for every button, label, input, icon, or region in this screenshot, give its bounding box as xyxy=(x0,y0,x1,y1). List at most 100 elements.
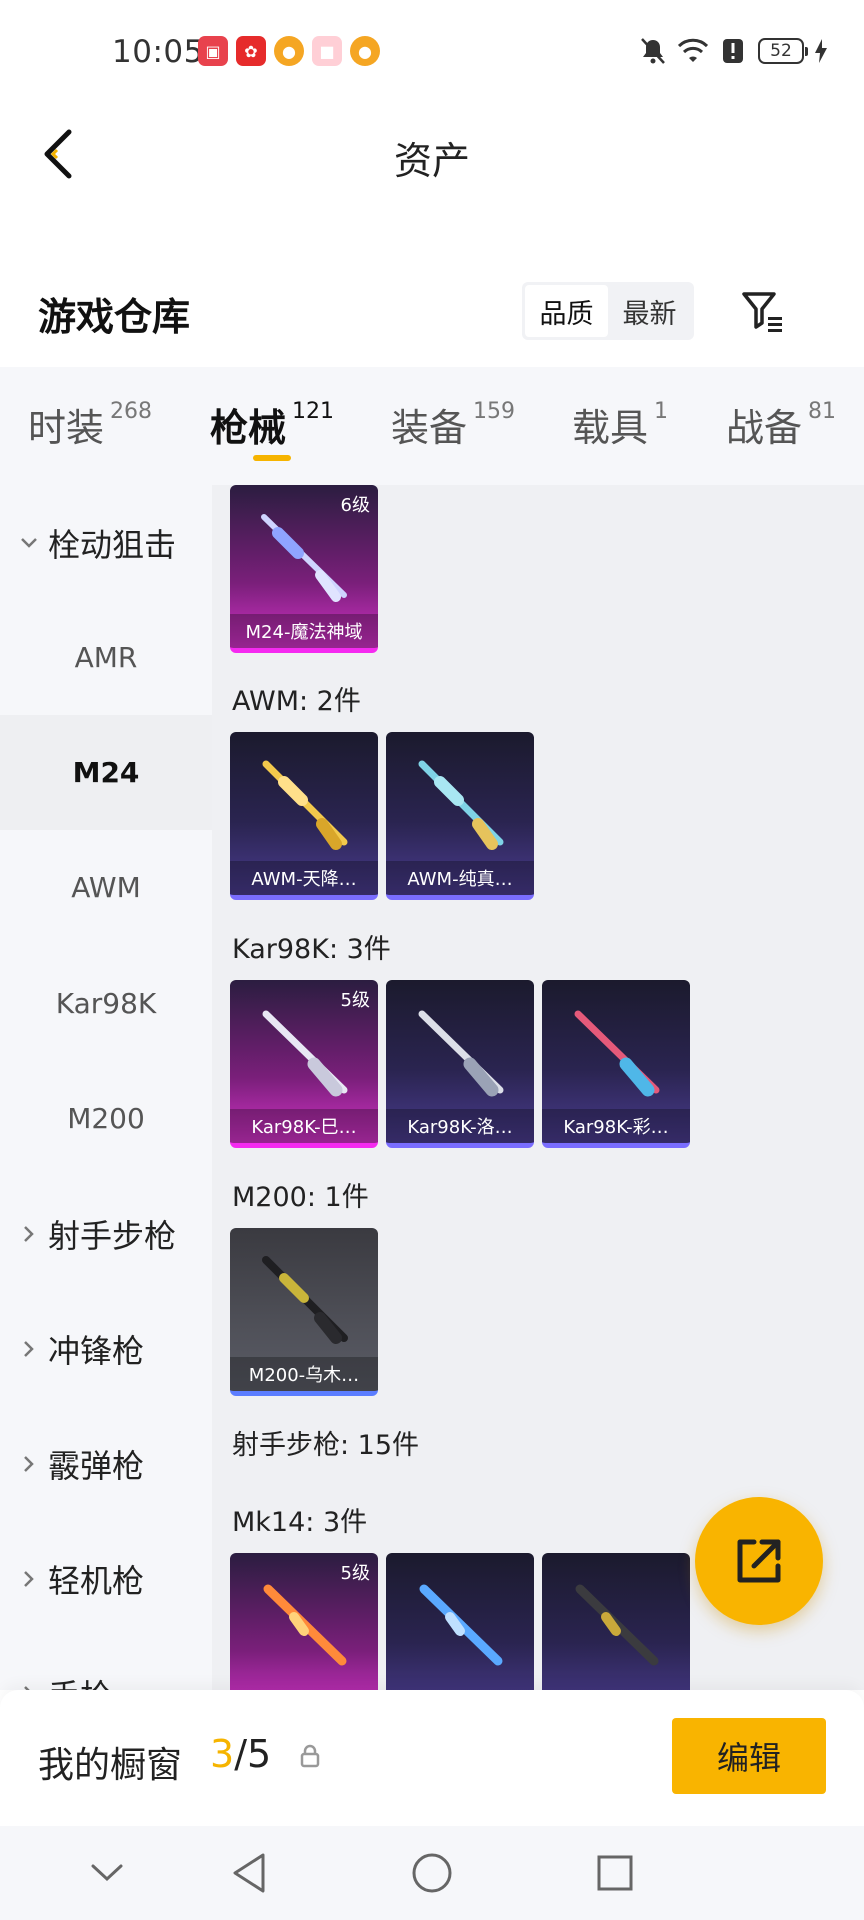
alert-icon xyxy=(718,36,748,66)
title-bar: 资产 xyxy=(0,100,864,210)
showcase-current: 3 xyxy=(210,1732,235,1776)
weapon-card-m200[interactable]: M200-乌木… xyxy=(230,1228,378,1396)
section-heading-m200: M200: 1件 xyxy=(232,1182,369,1213)
back-nav-icon[interactable] xyxy=(222,1846,276,1900)
weapon-card-mk14-1[interactable]: 5级 xyxy=(230,1553,378,1690)
section-heading-mk14: Mk14: 3件 xyxy=(232,1507,368,1538)
chevron-right-icon xyxy=(18,1568,40,1590)
chevron-right-icon xyxy=(18,1453,40,1475)
home-nav-icon[interactable] xyxy=(405,1846,459,1900)
status-indicators: 52 xyxy=(638,36,828,66)
weapon-name: M24-魔法神域 xyxy=(230,614,378,648)
sniper-rifle-icon xyxy=(262,760,348,850)
tab-label: 载具 xyxy=(572,406,649,450)
huawei-app-icon: ▣ xyxy=(198,36,228,66)
tab-count: 159 xyxy=(473,399,516,424)
collapse-chevron-icon[interactable] xyxy=(80,1846,134,1900)
tab-count: 1 xyxy=(654,399,669,424)
weapon-name: Kar98K-彩… xyxy=(542,1109,690,1143)
share-external-icon xyxy=(737,1539,781,1583)
tab-count: 121 xyxy=(292,399,335,424)
category-tabs: 时装 268 枪械 121 装备 159 载具 1 战备 81 xyxy=(0,367,864,485)
sidebar-item-label: Kar98K xyxy=(55,987,157,1020)
tab-label: 装备 xyxy=(391,406,468,450)
sidebar-item-label: 轻机枪 xyxy=(48,1561,145,1600)
status-bar: 10:05 ▣ ✿ ● ■ ● 52 xyxy=(0,0,864,100)
filter-icon xyxy=(742,292,782,332)
weapon-name: Kar98K-巳… xyxy=(230,1109,378,1143)
tab-guns[interactable]: 枪械 121 xyxy=(210,397,334,452)
sidebar-item-amr[interactable]: AMR xyxy=(0,600,212,715)
sidebar-item-m24[interactable]: M24 xyxy=(0,715,212,830)
weapon-card-mk14-2[interactable] xyxy=(386,1553,534,1690)
chevron-right-icon xyxy=(18,1683,40,1690)
share-fab-button[interactable] xyxy=(695,1497,823,1625)
sniper-rifle-icon xyxy=(261,514,347,602)
sidebar-item-kar98k[interactable]: Kar98K xyxy=(0,946,212,1061)
sidebar-item-shotgun[interactable]: 霰弹枪 xyxy=(0,1406,212,1521)
sort-newest-button[interactable]: 最新 xyxy=(608,285,691,337)
weapon-card-kar98k-3[interactable]: Kar98K-彩… xyxy=(542,980,690,1148)
sidebar-item-lmg[interactable]: 轻机枪 xyxy=(0,1521,212,1636)
sidebar-item-smg[interactable]: 冲锋枪 xyxy=(0,1291,212,1406)
tab-costume[interactable]: 时装 268 xyxy=(28,397,152,452)
weapon-name: AWM-纯真… xyxy=(386,861,534,895)
sidebar-item-marksman[interactable]: 射手步枪 xyxy=(0,1176,212,1291)
charging-icon xyxy=(814,36,828,66)
wifi-icon xyxy=(678,36,708,66)
tab-equipment[interactable]: 装备 159 xyxy=(391,397,515,452)
weapon-category-sidebar: 栓动狙击 AMR M24 AWM Kar98K M200 射手步枪 冲锋枪 霰弹… xyxy=(0,485,212,1690)
tab-label: 时装 xyxy=(28,406,105,450)
sidebar-item-label: AWM xyxy=(71,871,141,904)
marksman-rifle-icon xyxy=(419,1584,503,1666)
tab-supplies[interactable]: 战备 81 xyxy=(726,397,836,452)
weapon-card-kar98k-2[interactable]: Kar98K-洛… xyxy=(386,980,534,1148)
sidebar-item-pistol[interactable]: 手枪 xyxy=(0,1636,212,1690)
showcase-label: 我的橱窗 xyxy=(38,1745,183,1786)
mute-bell-icon xyxy=(638,36,668,66)
sidebar-item-bolt-sniper[interactable]: 栓动狙击 xyxy=(0,485,212,600)
weapon-name: AWM-天降… xyxy=(230,861,378,895)
sniper-rifle-icon xyxy=(262,1256,348,1344)
chevron-right-icon xyxy=(18,1223,40,1245)
weapon-name: Kar98K-洛… xyxy=(386,1109,534,1143)
sidebar-item-m200[interactable]: M200 xyxy=(0,1061,212,1176)
edit-button[interactable]: 编辑 xyxy=(672,1718,826,1794)
warehouse-header: 游戏仓库 品质 最新 xyxy=(0,262,864,362)
tab-label: 战备 xyxy=(726,406,803,450)
chevron-down-icon xyxy=(18,532,40,554)
sidebar-item-label: 霰弹枪 xyxy=(48,1446,145,1485)
showcase-count: 3/5 xyxy=(210,1732,271,1776)
tab-count: 81 xyxy=(808,399,837,424)
sidebar-item-label: M200 xyxy=(67,1102,145,1135)
section-heading-marksman: 射手步枪: 15件 xyxy=(232,1430,420,1461)
sidebar-item-label: 射手步枪 xyxy=(48,1216,177,1255)
lock-icon xyxy=(296,1742,324,1770)
weapon-card-mk14-3[interactable] xyxy=(542,1553,690,1690)
page-title: 资产 xyxy=(393,139,470,183)
system-navigation-bar xyxy=(0,1826,864,1920)
sidebar-item-awm[interactable]: AWM xyxy=(0,830,212,945)
tab-count: 268 xyxy=(110,399,153,424)
sort-quality-button[interactable]: 品质 xyxy=(525,285,608,337)
tab-label: 枪械 xyxy=(210,406,287,450)
filter-button[interactable] xyxy=(735,284,791,340)
bolt-rifle-icon xyxy=(262,1010,348,1097)
section-heading-awm: AWM: 2件 xyxy=(232,686,361,717)
chevron-right-icon xyxy=(18,1338,40,1360)
weapon-card-m24[interactable]: 6级 M24-魔法神域 xyxy=(230,485,378,653)
cat-app-icon-2: ● xyxy=(350,36,380,66)
weapon-card-awm-2[interactable]: AWM-纯真… xyxy=(386,732,534,900)
weapon-name: M200-乌木… xyxy=(230,1357,378,1391)
tab-vehicles[interactable]: 载具 1 xyxy=(572,397,668,452)
active-tab-indicator xyxy=(253,455,291,461)
section-heading-kar98k: Kar98K: 3件 xyxy=(232,934,391,965)
gift-app-icon: ✿ xyxy=(236,36,266,66)
battery-icon: 52 xyxy=(758,38,808,64)
status-time: 10:05 xyxy=(112,34,204,70)
weapon-card-kar98k-1[interactable]: 5级 Kar98K-巳… xyxy=(230,980,378,1148)
bolt-rifle-icon xyxy=(418,1010,504,1097)
weapon-card-awm-1[interactable]: AWM-天降… xyxy=(230,732,378,900)
cat-app-icon: ● xyxy=(274,36,304,66)
recent-apps-icon[interactable] xyxy=(588,1846,642,1900)
